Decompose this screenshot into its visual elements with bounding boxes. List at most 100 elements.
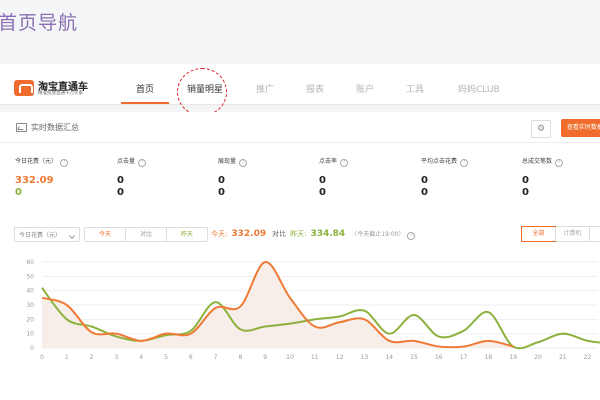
metric-label: 平均点击花费 xyxy=(421,158,458,165)
x-tick-label: 15 xyxy=(410,354,418,361)
logo[interactable]: 淘宝直通车 精准投放直通千万买家 xyxy=(14,78,92,98)
x-tick-label: 11 xyxy=(311,354,319,361)
metric-orders[interactable]: 总成交笔数? 0 0 xyxy=(522,156,598,199)
metric-label: 点击率 xyxy=(319,158,338,165)
view-computer-option[interactable]: 计算机 xyxy=(555,227,589,241)
nav-item-home[interactable]: 首页 xyxy=(136,82,154,95)
x-tick-label: 8 xyxy=(238,354,242,361)
x-tick-label: 20 xyxy=(534,354,542,361)
y-tick-label: 0 xyxy=(30,345,34,352)
metric-select[interactable]: 今日花费（元） xyxy=(14,227,80,242)
nav-item-account[interactable]: 账户 xyxy=(356,82,374,95)
x-tick-label: 21 xyxy=(559,354,567,361)
compare-label: 对比 xyxy=(272,230,287,238)
view-all-option[interactable]: 全部 xyxy=(521,226,556,242)
x-tick-label: 17 xyxy=(460,354,468,361)
x-tick-label: 12 xyxy=(336,354,344,361)
y-tick-label: 40 xyxy=(26,288,34,295)
panel-title: 实时数据汇总 xyxy=(31,123,79,132)
metric-ctr[interactable]: 点击率? 0 0 xyxy=(319,156,419,199)
x-tick-label: 3 xyxy=(114,354,118,361)
metric-impressions[interactable]: 展现量? 0 0 xyxy=(218,156,318,199)
x-tick-label: 6 xyxy=(189,354,193,361)
metric-clicks[interactable]: 点击量? 0 0 xyxy=(117,156,217,199)
help-icon[interactable]: ? xyxy=(460,159,469,167)
y-tick-label: 60 xyxy=(26,259,34,266)
x-tick-label: 0 xyxy=(40,354,44,361)
metric-label: 今日花费（元） xyxy=(15,158,58,165)
x-tick-label: 4 xyxy=(139,354,143,361)
help-icon[interactable]: ? xyxy=(239,159,248,167)
compare-vs-option[interactable]: 对比 xyxy=(125,228,166,241)
today-label: 今天: xyxy=(211,230,228,238)
x-tick-label: 5 xyxy=(164,354,168,361)
x-tick-label: 1 xyxy=(65,354,69,361)
metric-spend[interactable]: 今日花费（元）? 332.09 0 xyxy=(15,156,115,199)
x-tick-label: 18 xyxy=(485,354,493,361)
help-icon[interactable]: ? xyxy=(340,159,349,167)
x-tick-label: 19 xyxy=(509,354,517,361)
car-icon xyxy=(14,80,34,96)
comparison-summary: 今天: 332.09 对比 昨天: 334.84 （今天截止19:00）? xyxy=(211,229,416,240)
metric-yesterday-value: 0 xyxy=(522,187,529,198)
chart-icon xyxy=(16,123,27,132)
yesterday-label: 昨天: xyxy=(290,230,307,238)
cutoff-note: （今天截止19:00） xyxy=(351,231,405,238)
metric-today-value: 0 xyxy=(218,175,225,186)
metric-today-value: 0 xyxy=(421,175,428,186)
nav-item-tools[interactable]: 工具 xyxy=(406,82,424,95)
y-tick-label: 50 xyxy=(26,273,34,280)
y-tick-label: 10 xyxy=(26,331,34,338)
x-tick-label: 14 xyxy=(385,354,393,361)
metric-label: 点击量 xyxy=(117,158,136,165)
page-title: 首页导航 xyxy=(0,12,79,34)
yesterday-value: 334.84 xyxy=(310,229,346,239)
metric-today-value: 0 xyxy=(522,175,529,186)
metric-avg-cpc[interactable]: 平均点击花费? 0 0 xyxy=(421,156,521,199)
y-tick-label: 20 xyxy=(26,316,34,323)
x-tick-label: 9 xyxy=(263,354,267,361)
nav-active-indicator xyxy=(121,102,169,104)
settings-button[interactable]: ⚙ xyxy=(531,120,551,138)
compare-yesterday-option[interactable]: 昨天 xyxy=(166,228,207,241)
spend-line-chart: 01020304050600 1 2 3 4 5 6 7 8 9 10 11 12 13 14 15 16 17 1… xyxy=(26,259,600,361)
top-navigation: 淘宝直通车 精准投放直通千万买家 首页 销量明星 推广 报表 账户 工具 妈妈C… xyxy=(0,64,600,105)
metric-today-value: 0 xyxy=(117,175,124,186)
today-value: 332.09 xyxy=(231,229,267,239)
view-other-option[interactable] xyxy=(589,227,600,241)
metric-yesterday-value: 0 xyxy=(421,187,428,198)
highlight-circle xyxy=(177,68,227,116)
metric-select-value: 今日花费（元） xyxy=(19,232,62,239)
nav-item-reports[interactable]: 报表 xyxy=(306,82,324,95)
help-icon[interactable]: ? xyxy=(555,159,564,167)
view-segment: 全部 计算机 xyxy=(521,226,600,242)
x-tick-label: 2 xyxy=(90,354,94,361)
x-tick-label: 13 xyxy=(361,354,369,361)
nav-item-mama-club[interactable]: 妈妈CLUB xyxy=(458,82,500,95)
panel-header: 实时数据汇总 ⚙ 查看实时数据 xyxy=(0,112,600,143)
metric-label: 总成交笔数 xyxy=(522,158,553,165)
logo-subtitle: 精准投放直通千万买家 xyxy=(38,91,83,96)
compare-today-option[interactable]: 今天 xyxy=(85,228,125,241)
metric-today-value: 332.09 xyxy=(15,175,54,186)
metric-today-value: 0 xyxy=(319,175,326,186)
help-icon[interactable]: ? xyxy=(138,159,147,167)
x-tick-label: 10 xyxy=(286,354,294,361)
x-tick-label: 22 xyxy=(584,354,592,361)
nav-item-promotion[interactable]: 推广 xyxy=(256,82,274,95)
metric-yesterday-value: 0 xyxy=(218,187,225,198)
x-tick-label: 16 xyxy=(435,354,443,361)
x-tick-label: 7 xyxy=(214,354,218,361)
metric-yesterday-value: 0 xyxy=(319,187,326,198)
help-icon[interactable]: ? xyxy=(60,159,69,167)
view-realtime-button[interactable]: 查看实时数据 xyxy=(561,119,600,137)
metric-label: 展现量 xyxy=(218,158,237,165)
metric-yesterday-value: 0 xyxy=(15,187,22,198)
help-icon[interactable]: ? xyxy=(407,232,416,240)
y-tick-label: 30 xyxy=(26,302,34,309)
gear-icon: ⚙ xyxy=(536,124,546,134)
realtime-data-panel: 实时数据汇总 ⚙ 查看实时数据 今日花费（元）? 332.09 0 点击量? 0… xyxy=(0,112,600,400)
compare-segment: 今天 对比 昨天 xyxy=(84,227,208,242)
metric-yesterday-value: 0 xyxy=(117,187,124,198)
chevron-down-icon xyxy=(69,233,75,239)
